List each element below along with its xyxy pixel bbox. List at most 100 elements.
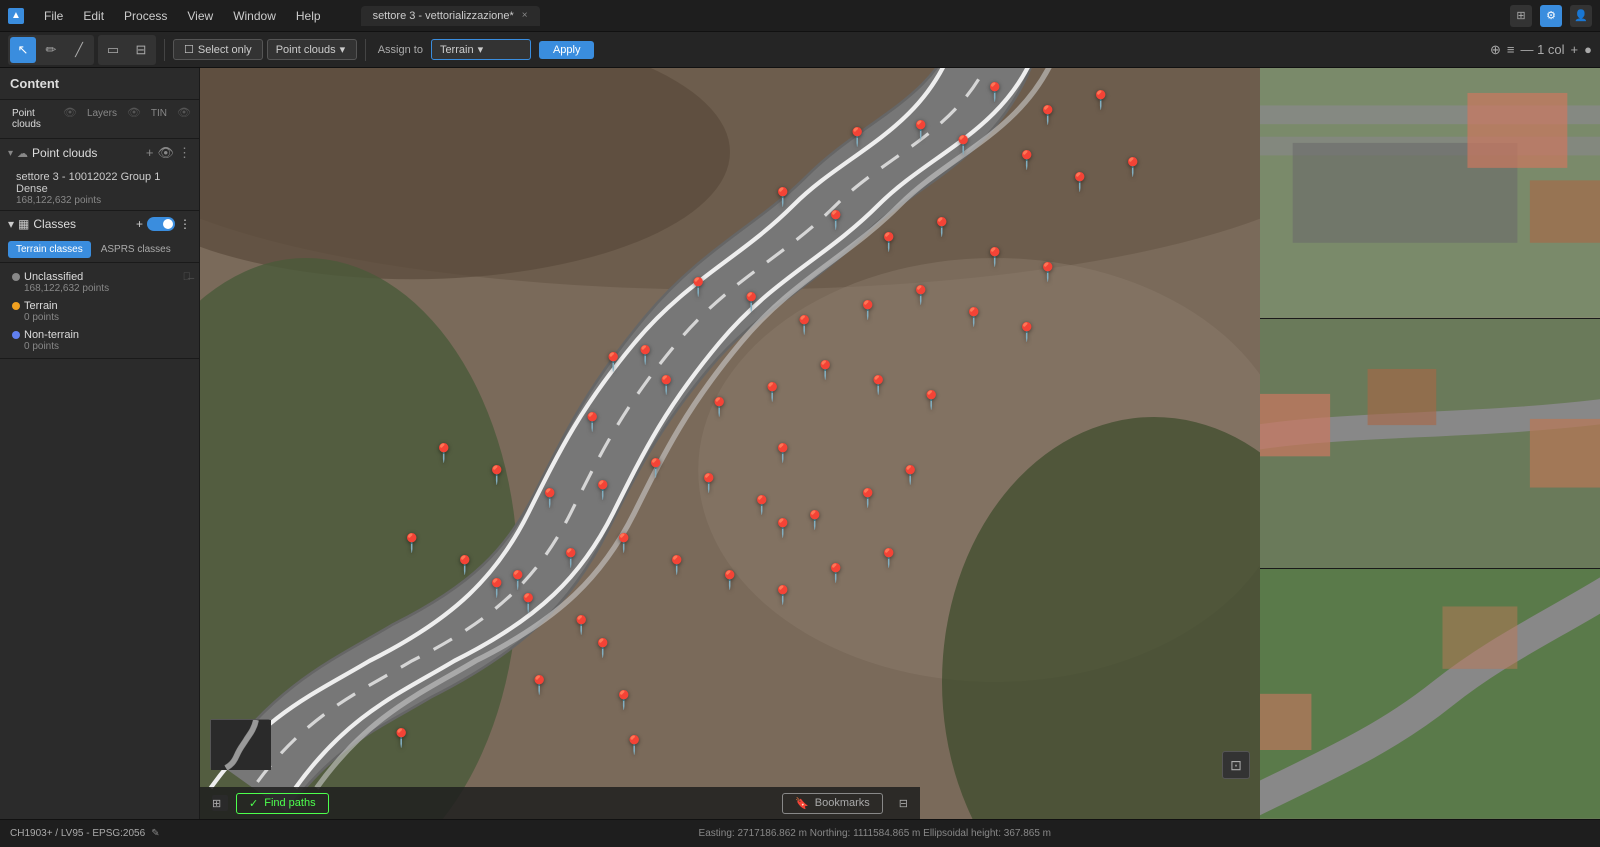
pin-green-18[interactable]: 📍 bbox=[793, 316, 815, 334]
eye-cloud-icon[interactable]: 👁 bbox=[157, 145, 174, 161]
collapse-right-icon[interactable]: ⊟ bbox=[899, 797, 908, 810]
pin-yellow-12[interactable]: 📍 bbox=[623, 736, 645, 754]
select-tool-button[interactable]: ↖ bbox=[10, 37, 36, 63]
assign-dropdown[interactable]: Terrain ▾ bbox=[431, 39, 531, 60]
pin-green-38[interactable]: 📍 bbox=[857, 489, 879, 507]
pin-green-37[interactable]: 📍 bbox=[804, 511, 826, 529]
pin-green-5[interactable]: 📍 bbox=[910, 121, 932, 139]
bookmarks-button[interactable]: 🔖 Bookmarks bbox=[782, 793, 883, 814]
pin-green-40[interactable]: 📍 bbox=[401, 534, 423, 552]
class-item-terrain[interactable]: Terrain 0 points bbox=[0, 296, 199, 325]
pin-yellow-11[interactable]: 📍 bbox=[390, 729, 412, 747]
pin-green-22[interactable]: 📍 bbox=[1016, 323, 1038, 341]
thumbnail-2[interactable] bbox=[1260, 319, 1600, 569]
pin-green-34[interactable]: 📍 bbox=[645, 459, 667, 477]
pin-green-6[interactable]: 📍 bbox=[952, 136, 974, 154]
draw-tool-button[interactable]: ✏ bbox=[38, 37, 64, 63]
pin-green-28[interactable]: 📍 bbox=[867, 376, 889, 394]
add-cloud-icon[interactable]: + bbox=[146, 145, 154, 161]
more-class-icon[interactable]: ⋮ bbox=[179, 217, 191, 231]
select-only-button[interactable]: ☐ Select only bbox=[173, 39, 263, 60]
line-tool-button[interactable]: ╱ bbox=[66, 37, 92, 63]
pin-green-41[interactable]: 📍 bbox=[454, 556, 476, 574]
pin-green-9[interactable]: 📍 bbox=[1122, 158, 1144, 176]
tab-close-button[interactable]: × bbox=[522, 10, 528, 21]
menu-window[interactable]: Window bbox=[229, 7, 280, 25]
pin-green-27[interactable]: 📍 bbox=[814, 361, 836, 379]
pin-green-31[interactable]: 📍 bbox=[486, 466, 508, 484]
pin-green-39[interactable]: 📍 bbox=[899, 466, 921, 484]
sidebar-tab-tin[interactable]: TIN bbox=[147, 106, 171, 132]
class-item-unclassified[interactable]: Unclassified 👁̶ 168,122,632 points bbox=[0, 267, 199, 296]
pin-green-48[interactable]: 📍 bbox=[825, 564, 847, 582]
pin-yellow-2[interactable]: 📍 bbox=[634, 346, 656, 364]
pin-yellow-1[interactable]: 📍 bbox=[581, 413, 603, 431]
menu-file[interactable]: File bbox=[40, 7, 67, 25]
pin-green-42[interactable]: 📍 bbox=[507, 571, 529, 589]
pin-yellow-6[interactable]: 📍 bbox=[517, 594, 539, 612]
pin-green-46[interactable]: 📍 bbox=[719, 571, 741, 589]
class-item-non-terrain[interactable]: Non-terrain 0 points bbox=[0, 325, 199, 354]
pin-green-49[interactable]: 📍 bbox=[878, 549, 900, 567]
asprs-classes-tab[interactable]: ASPRS classes bbox=[93, 241, 179, 258]
pin-green-35[interactable]: 📍 bbox=[698, 474, 720, 492]
pin-green-13[interactable]: 📍 bbox=[931, 218, 953, 236]
main-tab[interactable]: settore 3 - vettorializzazione* × bbox=[361, 6, 540, 26]
mini-map[interactable] bbox=[210, 719, 270, 769]
pin-yellow-4[interactable]: 📍 bbox=[772, 519, 794, 537]
pin-green-45[interactable]: 📍 bbox=[666, 556, 688, 574]
pin-green-10[interactable]: 📍 bbox=[772, 188, 794, 206]
screenshot-button[interactable]: ⊡ bbox=[1222, 751, 1250, 779]
pin-green-12[interactable]: 📍 bbox=[878, 233, 900, 251]
settings-icon[interactable]: ⚙ bbox=[1540, 5, 1562, 27]
sidebar-tab-point-clouds[interactable]: Point clouds bbox=[8, 106, 57, 132]
pin-green-2[interactable]: 📍 bbox=[1037, 106, 1059, 124]
pin-yellow-9[interactable]: 📍 bbox=[528, 676, 550, 694]
menu-view[interactable]: View bbox=[183, 7, 217, 25]
unclassified-eye-icon[interactable]: 👁̶ bbox=[183, 271, 191, 283]
menu-help[interactable]: Help bbox=[292, 7, 325, 25]
point-cloud-dropdown[interactable]: Point clouds ▾ bbox=[267, 39, 357, 60]
menu-process[interactable]: Process bbox=[120, 7, 171, 25]
pin-green-43[interactable]: 📍 bbox=[560, 549, 582, 567]
pin-green-3[interactable]: 📍 bbox=[1090, 91, 1112, 109]
pin-green-16[interactable]: 📍 bbox=[687, 278, 709, 296]
pin-green-15[interactable]: 📍 bbox=[1037, 263, 1059, 281]
collapse-left-icon[interactable]: ⊞ bbox=[212, 795, 228, 811]
pin-green-7[interactable]: 📍 bbox=[1016, 151, 1038, 169]
pin-green-44[interactable]: 📍 bbox=[613, 534, 635, 552]
target-icon[interactable]: ⊕ bbox=[1490, 42, 1501, 58]
add-icon[interactable]: + bbox=[1571, 42, 1579, 57]
pin-green-25[interactable]: 📍 bbox=[708, 398, 730, 416]
pin-green-1[interactable]: 📍 bbox=[984, 83, 1006, 101]
pin-green-11[interactable]: 📍 bbox=[825, 211, 847, 229]
pin-green-36[interactable]: 📍 bbox=[751, 496, 773, 514]
apply-button[interactable]: Apply bbox=[539, 41, 595, 59]
pin-green-30[interactable]: 📍 bbox=[433, 444, 455, 462]
thumbnail-1[interactable] bbox=[1260, 68, 1600, 318]
pin-green-21[interactable]: 📍 bbox=[963, 308, 985, 326]
pin-yellow-3[interactable]: 📍 bbox=[772, 444, 794, 462]
pin-green-32[interactable]: 📍 bbox=[539, 489, 561, 507]
more-cloud-icon[interactable]: ⋮ bbox=[178, 145, 191, 161]
pin-green-33[interactable]: 📍 bbox=[592, 481, 614, 499]
pin-green-20[interactable]: 📍 bbox=[910, 286, 932, 304]
classes-toggle[interactable] bbox=[147, 217, 175, 231]
find-paths-button[interactable]: ✓ Find paths bbox=[236, 793, 329, 814]
main-viewport[interactable]: 📍 📍 📍 📍 📍 📍 📍 📍 📍 📍 📍 📍 📍 📍 📍 📍 bbox=[200, 68, 1260, 819]
dot-icon[interactable]: ● bbox=[1584, 42, 1592, 57]
pin-green-26[interactable]: 📍 bbox=[761, 383, 783, 401]
pin-green-17[interactable]: 📍 bbox=[740, 293, 762, 311]
add-class-icon[interactable]: + bbox=[136, 217, 143, 231]
pin-green-29[interactable]: 📍 bbox=[920, 391, 942, 409]
pin-green-23[interactable]: 📍 bbox=[602, 353, 624, 371]
edit-crs-icon[interactable]: ✎ bbox=[151, 828, 159, 839]
menu-edit[interactable]: Edit bbox=[79, 7, 108, 25]
user-icon[interactable]: 👤 bbox=[1570, 5, 1592, 27]
pin-green-47[interactable]: 📍 bbox=[772, 586, 794, 604]
pin-yellow-7[interactable]: 📍 bbox=[570, 616, 592, 634]
crs-label[interactable]: CH1903+ / LV95 - EPSG:2056 bbox=[10, 828, 145, 839]
box-tool-button[interactable]: ▭ bbox=[100, 37, 126, 63]
terrain-classes-tab[interactable]: Terrain classes bbox=[8, 241, 91, 258]
pin-yellow-5[interactable]: 📍 bbox=[486, 579, 508, 597]
